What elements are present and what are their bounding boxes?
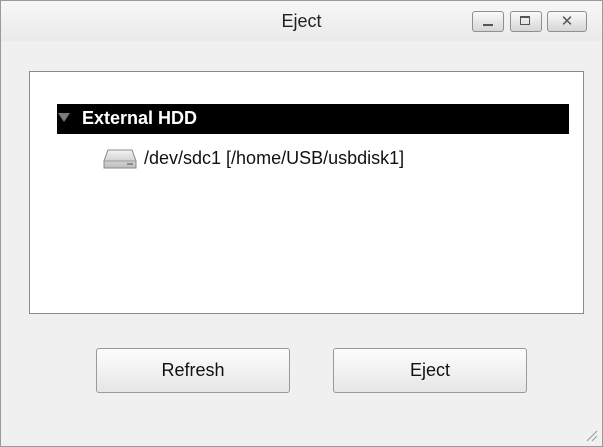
maximize-icon — [511, 12, 541, 31]
eject-dialog: Eject ✕ External HDD /dev/sdc1 [/home/US… — [0, 0, 603, 447]
close-button[interactable]: ✕ — [547, 11, 587, 32]
minimize-button[interactable] — [472, 11, 504, 32]
expand-triangle-icon[interactable] — [58, 113, 70, 122]
close-icon: ✕ — [560, 12, 574, 30]
resize-grip-icon[interactable] — [584, 428, 598, 442]
minimize-icon — [473, 12, 503, 31]
maximize-button[interactable] — [510, 11, 542, 32]
refresh-button[interactable]: Refresh — [96, 348, 290, 393]
tree-item-label: External HDD — [82, 108, 198, 128]
drive-icon — [103, 149, 137, 169]
tree-item-label: /dev/sdc1 [/home/USB/usbdisk1] — [144, 148, 405, 168]
eject-button[interactable]: Eject — [333, 348, 527, 393]
title-bar[interactable]: Eject ✕ — [1, 1, 602, 41]
device-tree[interactable]: External HDD /dev/sdc1 [/home/USB/usbdis… — [29, 71, 584, 314]
